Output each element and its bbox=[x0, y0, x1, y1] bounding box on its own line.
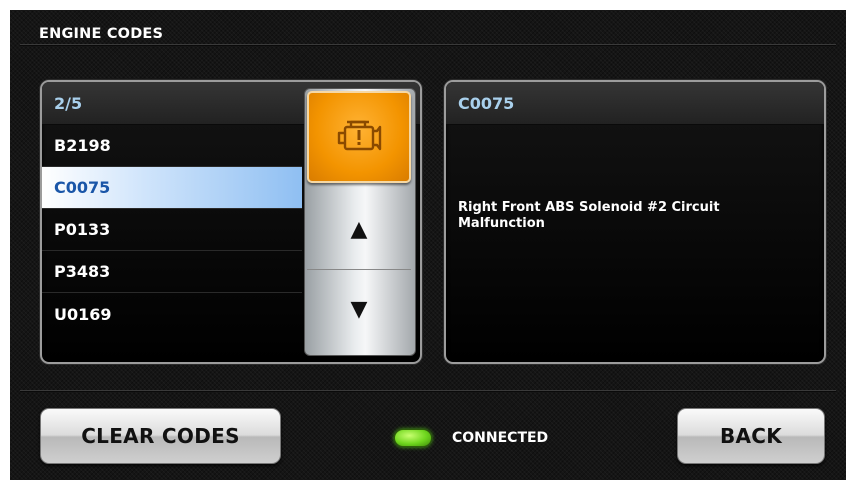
page-title: ENGINE CODES bbox=[39, 26, 164, 42]
scroll-up-button[interactable]: ▲ bbox=[307, 189, 411, 270]
check-engine-icon bbox=[337, 120, 382, 151]
connection-status: CONNECTED bbox=[394, 426, 548, 450]
check-engine-button[interactable] bbox=[307, 91, 411, 183]
code-list-panel: 2/5 B2198 C0075 P0133 P3483 U0169 ▲ ▼ bbox=[40, 80, 422, 364]
connection-status-label: CONNECTED bbox=[452, 430, 549, 446]
scroll-down-button[interactable]: ▼ bbox=[307, 269, 411, 349]
code-list: B2198 C0075 P0133 P3483 U0169 bbox=[42, 125, 302, 335]
footer-divider bbox=[20, 390, 836, 391]
code-detail-panel: C0075 Right Front ABS Solenoid #2 Circui… bbox=[444, 80, 826, 364]
clear-codes-button[interactable]: CLEAR CODES bbox=[40, 408, 281, 464]
list-item-b2198[interactable]: B2198 bbox=[42, 125, 302, 167]
list-item-p0133[interactable]: P0133 bbox=[42, 209, 302, 251]
back-button[interactable]: BACK bbox=[677, 408, 825, 464]
connection-led-icon bbox=[394, 429, 432, 447]
list-item-u0169[interactable]: U0169 bbox=[42, 293, 302, 335]
list-item-c0075[interactable]: C0075 bbox=[42, 167, 302, 209]
code-description: Right Front ABS Solenoid #2 Circuit Malf… bbox=[458, 200, 720, 231]
engine-codes-screen: ENGINE CODES 2/5 B2198 C0075 P0133 P3483… bbox=[10, 10, 846, 480]
up-arrow-icon: ▲ bbox=[350, 216, 368, 242]
scroll-controls: ▲ ▼ bbox=[304, 88, 416, 356]
header-divider bbox=[20, 44, 836, 45]
down-arrow-icon: ▼ bbox=[350, 296, 368, 322]
list-item-p3483[interactable]: P3483 bbox=[42, 251, 302, 293]
detail-code-title: C0075 bbox=[446, 82, 824, 125]
